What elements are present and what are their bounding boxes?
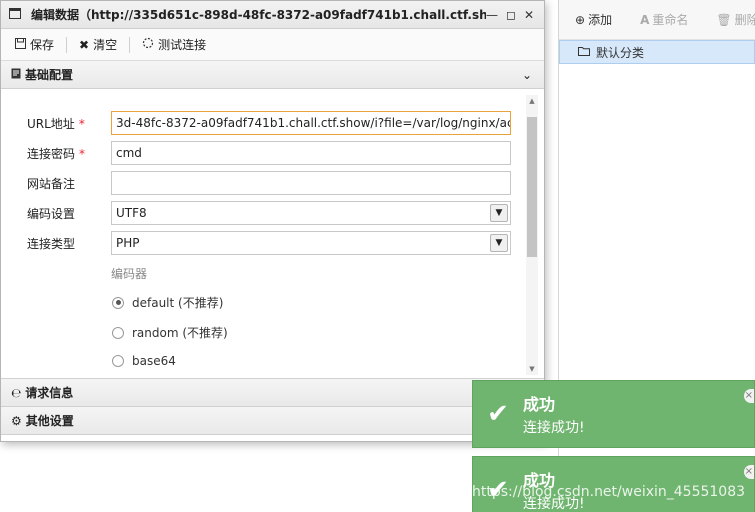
dialog-title: 编辑数据（http://335d651c-898d-48fc-8372-a09f… <box>31 8 486 22</box>
basic-config-form: URL地址 * 3d-48fc-8372-a09fadf741b1.chall.c… <box>1 89 544 379</box>
edit-data-dialog: 编辑数据（http://335d651c-898d-48fc-8372-a09f… <box>0 0 545 442</box>
password-field[interactable]: cmd <box>111 141 511 165</box>
check-icon: ✔ <box>487 399 509 429</box>
radio-icon <box>112 355 124 367</box>
maximize-button[interactable]: ◻ <box>506 8 516 22</box>
password-row: 连接密码 * cmd <box>1 141 521 165</box>
window-icon <box>9 7 21 22</box>
category-toolbar: ⊕ 添加 A 重命名 🗑 删除 <box>559 0 755 40</box>
spinner-icon <box>142 37 154 52</box>
font-icon: A <box>640 12 650 27</box>
chevron-down-icon: ▼ <box>490 204 508 222</box>
radio-icon <box>112 326 124 339</box>
success-toast: ✔ 成功 连接成功! × <box>472 380 755 448</box>
chevron-down-icon: ▼ <box>490 234 508 252</box>
close-button[interactable]: ✕ <box>524 8 534 22</box>
save-button[interactable]: 保存 <box>15 36 54 53</box>
trash-icon: 🗑 <box>716 12 732 27</box>
plus-circle-icon: ⊕ <box>575 12 586 27</box>
url-field[interactable]: 3d-48fc-8372-a09fadf741b1.chall.ctf.show… <box>111 111 511 135</box>
password-label: 连接密码 * <box>27 146 86 161</box>
clear-button[interactable]: ✖ 清空 <box>79 36 117 53</box>
toast-message: 连接成功! <box>523 420 585 436</box>
toast-close-icon[interactable]: × <box>744 465 754 479</box>
category-list: 默认分类 <box>559 40 755 64</box>
scroll-up-icon[interactable]: ▲ <box>526 95 538 107</box>
encoding-label: 编码设置 <box>27 206 76 221</box>
document-icon <box>11 68 21 82</box>
scroll-down-icon[interactable]: ▼ <box>526 363 538 375</box>
encoder-option-random[interactable]: random (不推荐) <box>112 324 228 341</box>
test-connection-button[interactable]: 测试连接 <box>142 36 206 53</box>
encoder-option-base64[interactable]: base64 <box>112 354 176 368</box>
gears-icon: ⚙ <box>11 413 22 428</box>
encoding-select[interactable]: UTF8 ▼ <box>111 201 511 225</box>
url-label: URL地址 * <box>27 116 85 131</box>
folder-icon <box>578 45 590 59</box>
add-category-button[interactable]: ⊕ 添加 <box>575 11 612 28</box>
form-scrollbar[interactable]: ▲ ▼ <box>526 95 538 375</box>
toast-text: 成功 连接成功! <box>523 391 585 437</box>
dialog-titlebar[interactable]: 编辑数据（http://335d651c-898d-48fc-8372-a09f… <box>1 1 544 29</box>
encoder-option-default[interactable]: default (不推荐) <box>112 294 223 311</box>
e-icon: ℮ <box>11 385 22 400</box>
scroll-thumb[interactable] <box>527 117 537 257</box>
divider <box>129 36 131 53</box>
encoder-label: 编码器 <box>111 267 148 281</box>
note-label: 网站备注 <box>27 176 76 191</box>
url-row: URL地址 * 3d-48fc-8372-a09fadf741b1.chall.c… <box>1 111 521 135</box>
category-item-default[interactable]: 默认分类 <box>559 40 755 64</box>
toast-close-icon[interactable]: × <box>744 389 754 403</box>
type-row: 连接类型 PHP ▼ <box>1 231 521 255</box>
chevron-down-icon: ⌄ <box>521 67 532 82</box>
window-controls: — ◻ ✕ <box>486 8 544 22</box>
type-select[interactable]: PHP ▼ <box>111 231 511 255</box>
dialog-toolbar: 保存 ✖ 清空 测试连接 <box>1 29 544 61</box>
section-request-info[interactable]: ℮ 请求信息 <box>1 379 544 407</box>
watermark: https://blog.csdn.net/weixin_45551083 <box>472 484 746 500</box>
rename-category-button[interactable]: A 重命名 <box>640 11 688 28</box>
note-row: 网站备注 <box>1 171 521 195</box>
save-icon <box>15 37 26 52</box>
type-label: 连接类型 <box>27 236 76 251</box>
toast-title: 成功 <box>523 395 556 414</box>
divider <box>66 36 68 53</box>
section-other-settings[interactable]: ⚙ 其他设置 <box>1 407 544 435</box>
note-field[interactable] <box>111 171 511 195</box>
section-basic-config[interactable]: 基础配置 ⌄ <box>1 61 544 89</box>
encoding-row: 编码设置 UTF8 ▼ <box>1 201 521 225</box>
radio-selected-icon <box>112 296 124 309</box>
minimize-button[interactable]: — <box>486 8 498 22</box>
x-icon: ✖ <box>79 37 90 52</box>
delete-category-button[interactable]: 🗑 删除 <box>716 11 755 28</box>
